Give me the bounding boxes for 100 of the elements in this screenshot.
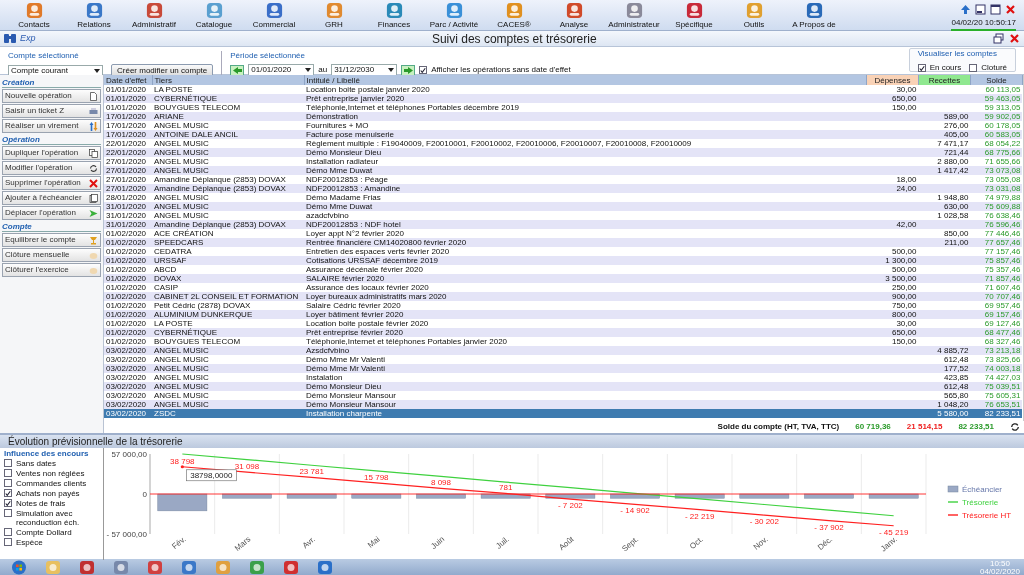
toolbar-button[interactable]: Spécifique: [664, 0, 724, 29]
table-row[interactable]: 03/02/2020 ANGEL MUSIC Démo Monsieur Dieu 612,48 75 039,51: [104, 382, 1023, 391]
sidebar-button[interactable]: Supprimer l'opération: [2, 176, 101, 190]
column-header[interactable]: Recettes: [918, 75, 971, 85]
account-dropdown[interactable]: Compte courant: [8, 64, 103, 77]
checkbox[interactable]: [4, 489, 12, 497]
table-row[interactable]: 17/01/2020 ARIANE Démonstration 589,00 59 902,05: [104, 112, 1023, 121]
checkbox[interactable]: [4, 469, 12, 477]
sidebar-button[interactable]: Clôture mensuelle: [2, 248, 101, 262]
column-header[interactable]: Tiers: [152, 75, 304, 85]
table-row[interactable]: 01/01/2020 CYBERNÉTIQUE Prêt entreprise janvier 2020 650,00 59 463,05: [104, 94, 1023, 103]
table-row[interactable]: 28/01/2020 ANGEL MUSIC Démo Madame Frias 1 948,80 74 979,88: [104, 193, 1023, 202]
table-row[interactable]: 01/02/2020 LA POSTE Location boite postale février 2020 30,00 69 127,46: [104, 319, 1023, 328]
table-row[interactable]: 22/01/2020 ANGEL MUSIC Règlement multiple : F19040009, F20010001, F20010002, F20010006, F20010007, F20010008, F20010009 7 471,17 68 054,22: [104, 139, 1023, 148]
table-row[interactable]: 01/02/2020 CYBERNÉTIQUE Prêt entreprise février 2020 650,00 68 477,46: [104, 328, 1023, 337]
bar[interactable]: [416, 493, 466, 499]
sidebar-button[interactable]: Dupliquer l'opération: [2, 146, 101, 160]
checkbox[interactable]: [419, 66, 428, 74]
toolbar-button[interactable]: Administrateur: [604, 0, 664, 29]
sidebar-button[interactable]: Déplacer l'opération: [2, 206, 101, 220]
bar[interactable]: [739, 493, 790, 499]
sidebar-button[interactable]: Modifier l'opération: [2, 161, 101, 175]
bar[interactable]: [868, 493, 919, 499]
checkbox[interactable]: [917, 64, 926, 72]
bar[interactable]: [545, 493, 596, 499]
table-row[interactable]: 31/01/2020 ANGEL MUSIC azadcfvbino 1 028,58 76 638,46: [104, 211, 1023, 220]
table-row[interactable]: 27/01/2020 Amandine Déplanque (2853) DOVAX NDF20012853 : Amandine 24,00 73 031,08: [104, 184, 1023, 193]
bar[interactable]: [286, 493, 337, 499]
checkbox[interactable]: [4, 479, 12, 487]
table-row[interactable]: 27/01/2020 Amandine Déplanque (2853) DOVAX NDF20012853 : Péage 18,00 73 055,08: [104, 175, 1023, 184]
scrollbar[interactable]: [1022, 75, 1024, 421]
table-row[interactable]: 01/02/2020 ALUMINIUM DUNKERQUE Loyer bâtiment février 2020 800,00 69 157,46: [104, 310, 1023, 319]
toolbar-button[interactable]: Analyse: [544, 0, 604, 29]
table-row[interactable]: 01/02/2020 URSSAF Cotisations URSSAF décembre 2019 1 300,00 75 857,46: [104, 256, 1023, 265]
table-row[interactable]: 17/01/2020 ANTOINE DALE ANCIL Facture pose menuiserie 405,00 60 583,05: [104, 130, 1023, 139]
date-field[interactable]: 31/12/2030: [331, 64, 398, 76]
sidebar-button[interactable]: Ajouter à l'échéancier: [2, 191, 101, 205]
table-row[interactable]: 01/02/2020 SPEEDCARS Rentrée financière CM14020800 février 2020 211,00 77 657,46: [104, 238, 1023, 247]
table-row[interactable]: 31/01/2020 ANGEL MUSIC Démo Mme Duwat 630,00 75 609,88: [104, 202, 1023, 211]
table-row[interactable]: 01/02/2020 Petit Cédric (2878) DOVAX Salaire Cédric février 2020 750,00 69 957,46: [104, 301, 1023, 310]
previous-button[interactable]: [230, 64, 245, 76]
close-icon[interactable]: [1009, 33, 1020, 44]
toolbar-button[interactable]: A Propos de: [784, 0, 844, 29]
table-row[interactable]: 27/01/2020 ANGEL MUSIC Installation radiateur 2 880,00 71 655,66: [104, 157, 1023, 166]
close-icon[interactable]: [1005, 4, 1016, 15]
column-header[interactable]: Date d'effet: [104, 75, 152, 85]
minimize-icon[interactable]: [975, 4, 986, 15]
toolbar-button[interactable]: Parc / Activité: [424, 0, 484, 29]
table-row[interactable]: 27/01/2020 ANGEL MUSIC Démo Mme Duwat 1 417,42 73 073,08: [104, 166, 1023, 175]
bar[interactable]: [480, 493, 531, 499]
table-row[interactable]: 03/02/2020 ANGEL MUSIC Démo Monsieur Mansour 565,80 75 605,31: [104, 391, 1023, 400]
checkbox[interactable]: [4, 459, 12, 467]
toolbar-button[interactable]: Finances: [364, 0, 424, 29]
toolbar-button[interactable]: GRH: [304, 0, 364, 29]
checkbox[interactable]: [4, 538, 12, 546]
table-row[interactable]: 31/01/2020 Amandine Déplanque (2853) DOVAX NDF20012853 : NDF hotel 42,00 76 596,46: [104, 220, 1023, 229]
restore-icon[interactable]: [993, 33, 1004, 44]
table-row[interactable]: 22/01/2020 ANGEL MUSIC Démo Monsieur Dieu 721,44 68 775,66: [104, 148, 1023, 157]
checkbox[interactable]: [4, 499, 12, 507]
table-row[interactable]: 03/02/2020 ZSDC Installation charpente 5 580,00 82 233,51: [104, 409, 1023, 418]
sidebar-button[interactable]: Equilibrer le compte: [2, 233, 101, 247]
toolbar-button[interactable]: Relations: [64, 0, 124, 29]
toolbar-button[interactable]: Contacts: [4, 0, 64, 29]
toolbar-button[interactable]: Commercial: [244, 0, 304, 29]
toolbar-button[interactable]: CACES®: [484, 0, 544, 29]
column-header[interactable]: Intitulé / Libellé: [304, 75, 867, 85]
refresh-icon[interactable]: [1010, 422, 1020, 432]
sidebar-button[interactable]: Clôturer l'exercice: [2, 263, 101, 277]
table-row[interactable]: 17/01/2020 ANGEL MUSIC Fournitures + MO 276,00 60 178,05: [104, 121, 1023, 130]
toolbar-button[interactable]: Outils: [724, 0, 784, 29]
table-row[interactable]: 01/02/2020 CABINET 2L CONSEIL ET FORMATION Loyer bureaux administratifs mars 2020 900,00 70 707,46: [104, 292, 1023, 301]
table-row[interactable]: 03/02/2020 ANGEL MUSIC Instalation 423,85 74 427,03: [104, 373, 1023, 382]
checkbox[interactable]: [4, 528, 12, 536]
sidebar-button[interactable]: Réaliser un virement: [2, 119, 101, 133]
bar[interactable]: [674, 493, 725, 499]
checkbox[interactable]: [969, 64, 978, 72]
table-row[interactable]: 01/02/2020 BOUYGUES TELECOM Téléphonie,Internet et téléphones Portables janvier 2020 150,00 68 327,46: [104, 337, 1023, 346]
toolbar-button[interactable]: Administratif: [124, 0, 184, 29]
table-row[interactable]: 01/02/2020 ABCD Assurance décénale février 2020 500,00 75 357,46: [104, 265, 1023, 274]
toolbar-button[interactable]: Catalogue: [184, 0, 244, 29]
next-button[interactable]: [401, 64, 416, 76]
bar[interactable]: [610, 493, 660, 499]
table-row[interactable]: 01/01/2020 BOUYGUES TELECOM Téléphonie,Internet et téléphones Portables décembre 2019 150,00 59 313,05: [104, 103, 1023, 112]
sidebar-button[interactable]: Nouvelle opération: [2, 89, 101, 103]
column-header[interactable]: Dépenses: [866, 75, 919, 85]
maximize-icon[interactable]: [990, 4, 1001, 15]
table-row[interactable]: 03/02/2020 ANGEL MUSIC Démo Mme Mr Valenti 177,52 74 003,18: [104, 364, 1023, 373]
column-header[interactable]: Solde: [970, 75, 1023, 85]
table-row[interactable]: 03/02/2020 ANGEL MUSIC Azsdcfvbino 4 885,72 73 213,18: [104, 346, 1023, 355]
bar[interactable]: [351, 493, 402, 499]
up-arrow-icon[interactable]: [960, 4, 971, 15]
checkbox[interactable]: [4, 509, 12, 517]
table-row[interactable]: 03/02/2020 ANGEL MUSIC Démo Monsieur Mansour 1 048,20 76 653,51: [104, 400, 1023, 409]
table-row[interactable]: 01/02/2020 ACE CRÉATION Loyer appt N°2 février 2020 850,00 77 446,46: [104, 229, 1023, 238]
table-row[interactable]: 01/02/2020 DOVAX SALAIRE février 2020 3 500,00 71 857,46: [104, 274, 1023, 283]
table-row[interactable]: 03/02/2020 ANGEL MUSIC Démo Mme Mr Valenti 612,48 73 825,66: [104, 355, 1023, 364]
bar[interactable]: [222, 493, 272, 499]
table-row[interactable]: 01/02/2020 CASIP Assurance des locaux février 2020 250,00 71 607,46: [104, 283, 1023, 292]
table-row[interactable]: 01/02/2020 CEDATRA Entretien des espaces verts février 2020 500,00 77 157,46: [104, 247, 1023, 256]
bar[interactable]: [804, 493, 854, 499]
